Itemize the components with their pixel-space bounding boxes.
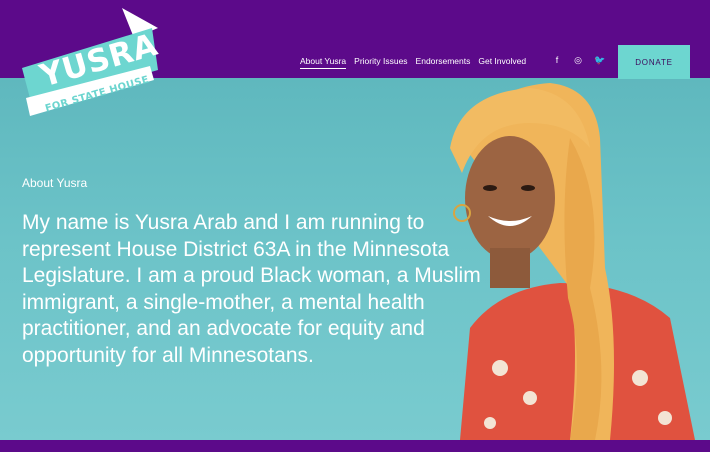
nav-item-endorsements[interactable]: Endorsements (416, 56, 471, 69)
nav-item-about-yusra[interactable]: About Yusra (300, 56, 347, 69)
nav-item-priority-issues[interactable]: Priority Issues (354, 56, 407, 69)
twitter-icon[interactable]: 🐦 (594, 55, 605, 65)
hero-intro-text: My name is Yusra Arab and I am running t… (22, 211, 481, 367)
nav-item-get-involved[interactable]: Get Involved (478, 56, 526, 69)
facebook-icon[interactable]: f (552, 55, 562, 65)
footer-bar (0, 440, 710, 452)
main-nav: About Yusra Priority Issues Endorsements… (300, 56, 526, 69)
site-logo[interactable]: YUSRA FOR STATE HOUSE (22, 8, 162, 118)
donate-button[interactable]: DONATE (618, 45, 690, 79)
social-links: f ◎ 🐦 (552, 55, 605, 65)
instagram-icon[interactable]: ◎ (573, 55, 583, 65)
section-eyebrow: About Yusra (22, 176, 88, 190)
